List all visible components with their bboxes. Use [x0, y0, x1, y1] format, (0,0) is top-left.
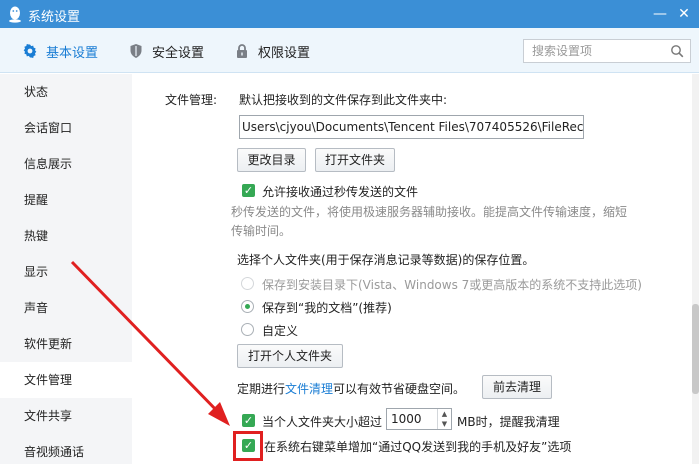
tab-permission-settings[interactable]: 权限设置 [234, 41, 310, 61]
open-folder-button[interactable]: 打开文件夹 [315, 148, 395, 172]
cleanup-suffix: 可以有效节省硬盘空间。 [333, 382, 466, 396]
sidebar-item-info-display[interactable]: 信息展示 [0, 146, 132, 182]
size-limit-stepper[interactable]: ▲▼ [386, 408, 452, 430]
search-box[interactable] [523, 39, 691, 63]
sidebar-item-sound[interactable]: 声音 [0, 290, 132, 326]
lock-icon [237, 44, 247, 58]
tab-permission-settings-label: 权限设置 [258, 45, 311, 61]
size-limit-prefix: 当个人文件夹大小超过 [262, 415, 383, 429]
sidebar-item-hotkeys[interactable]: 热键 [0, 218, 132, 254]
allow-fast-transfer-label: 允许接收通过秒传发送的文件 [262, 185, 419, 199]
size-limit-checkbox[interactable]: ✓ [242, 414, 255, 427]
scrollbar[interactable] [692, 74, 699, 464]
size-limit-suffix: MB时，提醒我清理 [457, 415, 560, 429]
radio-install-dir [241, 277, 254, 290]
radio-custom[interactable] [241, 323, 254, 336]
change-directory-button[interactable]: 更改目录 [237, 148, 306, 172]
stepper-arrows[interactable]: ▲ ▼ [437, 409, 451, 429]
tab-basic-settings-label: 基本设置 [46, 45, 99, 61]
allow-fast-transfer-checkbox[interactable]: ✓ [242, 184, 255, 197]
fast-transfer-hint: 秒传发送的文件，将使用极速服务器辅助接收。能提高文件传输速度，缩短传输时间。 [231, 205, 628, 238]
radio-custom-label: 自定义 [262, 324, 299, 338]
gear-icon [23, 44, 37, 58]
sidebar-item-software-update[interactable]: 软件更新 [0, 326, 132, 362]
sidebar-item-display[interactable]: 显示 [0, 254, 132, 290]
scrollbar-thumb[interactable] [692, 304, 699, 394]
context-menu-checkbox[interactable]: ✓ [242, 439, 255, 452]
personal-folder-desc: 选择个人文件夹(用于保存消息记录等数据)的保存位置。 [237, 253, 535, 267]
search-icon[interactable] [670, 44, 684, 58]
cleanup-text: 定期进行文件清理可以有效节省硬盘空间。 [237, 380, 465, 397]
close-button[interactable]: ✕ [674, 4, 694, 24]
sidebar-item-reminders[interactable]: 提醒 [0, 182, 132, 218]
open-personal-folder-button[interactable]: 打开个人文件夹 [237, 344, 343, 368]
sidebar-item-av-calls[interactable]: 音视频通话 [0, 434, 132, 464]
file-management-panel: 文件管理: 默认把接收到的文件保存到此文件夹中: Users\cjyou\Doc… [132, 74, 688, 464]
tab-security-settings[interactable]: 安全设置 [128, 41, 204, 61]
context-menu-label: 在系统右键菜单增加“通过QQ发送到我的手机及好友”选项 [264, 440, 572, 454]
cleanup-prefix: 定期进行 [237, 382, 286, 396]
radio-my-documents-label: 保存到“我的文档”(推荐) [262, 301, 392, 315]
sidebar: 状态 会话窗口 信息展示 提醒 热键 显示 声音 软件更新 文件管理 文件共享 … [0, 74, 132, 464]
sidebar-item-file-sharing[interactable]: 文件共享 [0, 398, 132, 434]
title-bar: 系统设置 — ✕ [0, 0, 699, 28]
qq-penguin-icon [9, 6, 21, 23]
search-input[interactable] [524, 40, 664, 62]
minimize-button[interactable]: — [650, 4, 670, 24]
file-cleanup-link[interactable]: 文件清理 [285, 382, 333, 396]
size-limit-input[interactable] [387, 409, 433, 429]
sidebar-item-status[interactable]: 状态 [0, 74, 132, 110]
save-location-desc: 默认把接收到的文件保存到此文件夹中: [239, 93, 448, 107]
shield-icon [130, 44, 142, 58]
tab-basic-settings[interactable]: 基本设置 [22, 41, 98, 61]
radio-install-dir-label: 保存到安装目录下(Vista、Windows 7或更高版本的系统不支持此选项) [262, 278, 642, 292]
radio-my-documents[interactable] [241, 300, 254, 313]
section-label: 文件管理: [165, 93, 218, 107]
window-title: 系统设置 [28, 10, 81, 25]
download-path-field[interactable]: Users\cjyou\Documents\Tencent Files\7074… [239, 115, 584, 139]
tab-security-settings-label: 安全设置 [152, 45, 205, 61]
go-cleanup-button[interactable]: 前去清理 [482, 375, 552, 399]
sidebar-item-chat-window[interactable]: 会话窗口 [0, 110, 132, 146]
sidebar-item-file-management[interactable]: 文件管理 [0, 362, 132, 398]
